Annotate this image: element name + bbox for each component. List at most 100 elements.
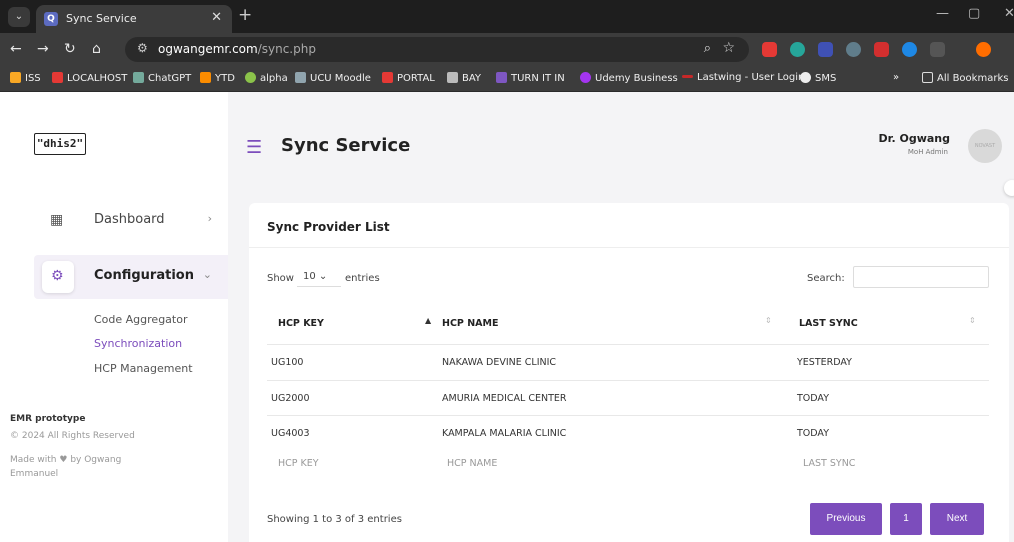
- sort-icon[interactable]: ⇕: [969, 316, 976, 325]
- bookmark-item[interactable]: Udemy Business: [580, 72, 678, 84]
- sidebar-item-configuration[interactable]: ⚙ Configuration ⌄: [34, 255, 228, 299]
- search-label: Search:: [807, 273, 845, 284]
- bookmark-item[interactable]: Lastwing - User Login: [682, 72, 804, 83]
- table-cell: TODAY: [797, 393, 829, 404]
- bookmark-item[interactable]: BAY: [447, 72, 481, 84]
- entries-select[interactable]: 10 ⌄: [297, 267, 341, 287]
- bookmark-item[interactable]: ChatGPT: [133, 72, 191, 84]
- bookmark-star-icon[interactable]: ☆: [722, 40, 735, 56]
- bookmark-item[interactable]: PORTAL: [382, 72, 435, 84]
- table-info: Showing 1 to 3 of 3 entries: [267, 514, 402, 525]
- zoom-icon[interactable]: ⌕: [704, 41, 711, 56]
- table-cell: UG4003: [271, 428, 310, 439]
- table-cell: AMURIA MEDICAL CENTER: [442, 393, 567, 404]
- extensions-puzzle-icon[interactable]: [930, 42, 945, 57]
- table-cell: YESTERDAY: [797, 357, 852, 368]
- previous-button[interactable]: Previous: [810, 503, 882, 535]
- user-role: MoH Admin: [907, 148, 948, 156]
- sidebar: "dhis2" ▦ Dashboard › ⚙ Configuration ⌄ …: [0, 92, 228, 542]
- bookmark-item[interactable]: alpha: [245, 72, 288, 84]
- heart-icon: ♥: [59, 455, 68, 465]
- url-field[interactable]: ⚙ ogwangemr.com/sync.php ⌕ ☆: [125, 37, 749, 62]
- divider: [267, 415, 989, 416]
- extension-icon[interactable]: [762, 42, 777, 57]
- column-footer-hcp-name: HCP NAME: [447, 458, 498, 469]
- divider: [267, 380, 989, 381]
- menu-icon[interactable]: ☰: [246, 137, 262, 158]
- sort-icon[interactable]: ⇕: [765, 316, 772, 325]
- bookmarks-bar: ISS LOCALHOST ChatGPT YTD alpha UCU Mood…: [0, 66, 1014, 92]
- page-1-button[interactable]: 1: [890, 503, 922, 535]
- tab-title: Sync Service: [66, 12, 137, 25]
- column-header-hcp-key[interactable]: HCP KEY: [278, 318, 324, 329]
- entries-label: entries: [345, 273, 380, 284]
- table-cell: NAKAWA DEVINE CLINIC: [442, 357, 557, 368]
- gear-icon: ⚙: [51, 268, 64, 284]
- bookmark-item[interactable]: TURN IT IN: [496, 72, 565, 84]
- divider: [249, 247, 1009, 248]
- dashboard-icon: ▦: [50, 212, 64, 228]
- sidebar-subitem-code-aggregator[interactable]: Code Aggregator: [94, 313, 187, 326]
- restore-icon[interactable]: ▢: [968, 6, 980, 21]
- url-text: ogwangemr.com/sync.php: [158, 42, 316, 56]
- extension-icon[interactable]: [818, 42, 833, 57]
- extension-icon[interactable]: [846, 42, 861, 57]
- footer-copyright: © 2024 All Rights Reserved: [10, 431, 135, 441]
- address-bar: ← → ↻ ⌂ ⚙ ogwangemr.com/sync.php ⌕ ☆: [0, 33, 1014, 66]
- sidebar-item-dashboard[interactable]: ▦ Dashboard ›: [34, 199, 228, 243]
- chevron-down-icon: ⌄: [202, 268, 212, 281]
- table-cell: UG100: [271, 357, 304, 368]
- site-settings-icon[interactable]: ⚙: [137, 41, 148, 55]
- footer-credit: Made with ♥ by Ogwang Emmanuel: [10, 455, 122, 479]
- sidebar-item-label: Dashboard: [94, 212, 165, 227]
- column-footer-hcp-key: HCP KEY: [278, 458, 319, 469]
- sidebar-item-label: Configuration: [94, 268, 194, 283]
- extension-icon[interactable]: [874, 42, 889, 57]
- tab-search-icon[interactable]: ⌄: [8, 7, 30, 27]
- reload-icon[interactable]: ↻: [64, 41, 76, 57]
- user-name: Dr. Ogwang: [878, 132, 950, 145]
- column-footer-last-sync: LAST SYNC: [803, 458, 856, 469]
- search-input[interactable]: [853, 266, 989, 288]
- minimize-icon[interactable]: —: [936, 6, 949, 21]
- sort-asc-icon[interactable]: ▲: [425, 316, 431, 325]
- browser-tab-bar: ⌄ Q Sync Service ✕ + — ▢ ✕: [0, 0, 1014, 33]
- tab-favicon: Q: [44, 12, 58, 26]
- browser-tab[interactable]: Q Sync Service ✕: [36, 5, 232, 33]
- bookmark-item[interactable]: ISS: [10, 72, 41, 84]
- app-viewport: "dhis2" ▦ Dashboard › ⚙ Configuration ⌄ …: [0, 92, 1014, 542]
- table-cell: TODAY: [797, 428, 829, 439]
- sidebar-subitem-hcp-management[interactable]: HCP Management: [94, 362, 193, 375]
- home-icon[interactable]: ⌂: [92, 41, 101, 57]
- page-title: Sync Service: [281, 135, 411, 156]
- bookmark-folder[interactable]: All Bookmarks: [922, 72, 1008, 84]
- new-tab-icon[interactable]: +: [238, 5, 252, 25]
- tab-close-icon[interactable]: ✕: [211, 10, 222, 25]
- column-header-last-sync[interactable]: LAST SYNC: [799, 318, 858, 329]
- back-icon[interactable]: ←: [10, 41, 22, 57]
- table-cell: UG2000: [271, 393, 310, 404]
- column-header-hcp-name[interactable]: HCP NAME: [442, 318, 498, 329]
- bookmark-item[interactable]: LOCALHOST: [52, 72, 127, 84]
- bookmark-item[interactable]: UCU Moodle: [295, 72, 371, 84]
- bookmark-item[interactable]: YTD: [200, 72, 235, 84]
- sync-provider-card: Sync Provider List Show 10 ⌄ entries Sea…: [249, 203, 1009, 542]
- chevron-down-icon: ⌄: [318, 271, 328, 282]
- sidebar-subitem-synchronization[interactable]: Synchronization: [94, 337, 182, 350]
- more-bookmarks-icon[interactable]: »: [893, 72, 899, 83]
- divider: [267, 344, 989, 345]
- show-label: Show: [267, 273, 294, 284]
- avatar[interactable]: NOVAST: [968, 129, 1002, 163]
- window-close-icon[interactable]: ✕: [1004, 6, 1014, 21]
- next-button[interactable]: Next: [930, 503, 984, 535]
- table-cell: KAMPALA MALARIA CLINIC: [442, 428, 567, 439]
- footer-title: EMR prototype: [10, 414, 86, 424]
- extension-icon[interactable]: [790, 42, 805, 57]
- logo[interactable]: "dhis2": [34, 133, 86, 155]
- chevron-right-icon: ›: [207, 212, 212, 225]
- profile-icon[interactable]: [976, 42, 991, 57]
- extension-icon[interactable]: [902, 42, 917, 57]
- forward-icon[interactable]: →: [37, 41, 49, 57]
- bookmark-item[interactable]: SMS: [800, 72, 836, 84]
- settings-toggle[interactable]: [1004, 180, 1014, 196]
